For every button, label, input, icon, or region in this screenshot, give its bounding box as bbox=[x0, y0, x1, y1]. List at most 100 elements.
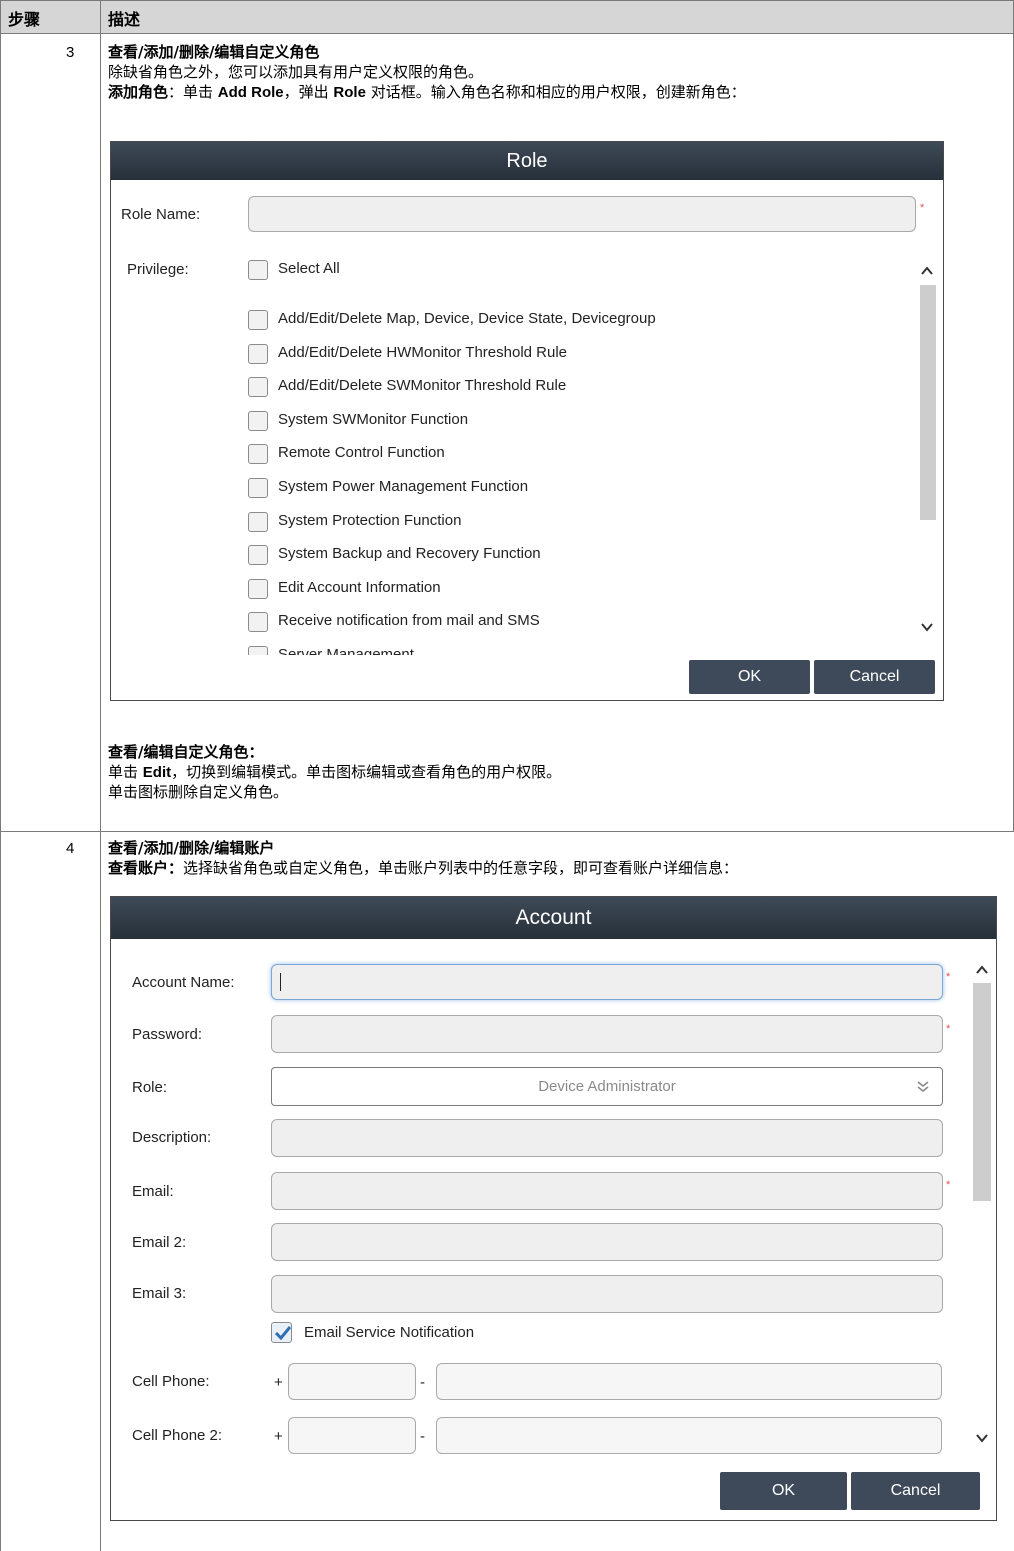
cell-phone-label: Cell Phone: bbox=[132, 1373, 210, 1390]
privilege-label-item: Add/Edit/Delete Map, Device, Device Stat… bbox=[278, 310, 656, 327]
privilege-checkbox[interactable] bbox=[248, 579, 268, 599]
table-header-divider bbox=[0, 33, 1014, 34]
role-ok-button[interactable]: OK bbox=[689, 660, 810, 694]
cell-phone2-country-code[interactable] bbox=[288, 1417, 416, 1454]
table-border-left bbox=[0, 0, 1, 1551]
password-label: Password: bbox=[132, 1026, 203, 1043]
privilege-checkbox[interactable] bbox=[248, 612, 268, 632]
account-name-label: Account Name: bbox=[132, 974, 235, 991]
delete-instruction: 单击图标删除自定义角色。 bbox=[108, 783, 289, 801]
add-role-text-2: ，弹出 bbox=[283, 83, 334, 101]
privilege-checkbox[interactable] bbox=[248, 344, 268, 364]
view-edit-role-heading: 查看/编辑自定义角色： bbox=[108, 743, 264, 761]
scroll-up-icon[interactable] bbox=[975, 963, 989, 977]
privilege-label-item: Edit Account Information bbox=[278, 579, 441, 596]
cell-phone-number[interactable] bbox=[436, 1363, 942, 1400]
privilege-scroll-thumb[interactable] bbox=[920, 285, 936, 520]
checkmark-icon bbox=[274, 1326, 292, 1341]
role-name-input[interactable] bbox=[248, 196, 916, 232]
cell-phone-plus: + bbox=[274, 1374, 283, 1391]
scroll-down-icon[interactable] bbox=[920, 620, 934, 634]
edit-instruction: 单击 Edit，切换到编辑模式。单击图标编辑或查看角色的用户权限。 bbox=[108, 762, 561, 783]
privilege-label-item: Receive notification from mail and SMS bbox=[278, 612, 540, 629]
email-service-checkbox[interactable] bbox=[271, 1322, 292, 1343]
table-header bbox=[0, 0, 1014, 33]
add-role-text-3: 对话框。输入角色名称和相应的用户权限，创建新角色： bbox=[365, 83, 746, 101]
role-cancel-button[interactable]: Cancel bbox=[814, 660, 935, 694]
account-name-required-mark: * bbox=[946, 971, 951, 983]
add-role-heading: 添加角色 bbox=[108, 83, 169, 101]
privilege-checkbox[interactable] bbox=[248, 444, 268, 464]
privilege-checkbox[interactable] bbox=[248, 411, 268, 431]
role-dialog: Role Role Name: * Privilege: Select All … bbox=[110, 141, 944, 701]
role-name-label: Role Name: bbox=[121, 206, 201, 223]
privilege-checkbox[interactable] bbox=[248, 512, 268, 532]
email2-input[interactable] bbox=[271, 1223, 943, 1261]
role-select[interactable]: Device Administrator bbox=[271, 1067, 943, 1106]
account-dialog-title: Account bbox=[111, 897, 996, 939]
view-account-text: 选择缺省角色或自定义角色，单击账户列表中的任意字段，即可查看账户详细信息： bbox=[183, 859, 739, 877]
privilege-checkbox[interactable] bbox=[248, 545, 268, 565]
privilege-checkbox[interactable] bbox=[248, 478, 268, 498]
description-input[interactable] bbox=[271, 1119, 943, 1157]
cell-phone2-dash: - bbox=[420, 1428, 425, 1445]
privilege-list: Add/Edit/Delete Map, Device, Device Stat… bbox=[241, 302, 921, 655]
privilege-label-item: System Protection Function bbox=[278, 512, 462, 529]
password-required-mark: * bbox=[946, 1023, 951, 1035]
privilege-label: Privilege: bbox=[127, 261, 189, 278]
step4-title: 查看/添加/删除/编辑账户 bbox=[108, 839, 275, 857]
edit-text-2: ，切换到编辑模式。单击图标编辑或查看角色的用户权限。 bbox=[171, 763, 562, 781]
privilege-label-item: System SWMonitor Function bbox=[278, 411, 469, 428]
table-border-top bbox=[0, 0, 1014, 1]
document-table: 步骤 描述 3 查看/添加/删除/编辑自定义角色 除缺省角色之外，您可以添加具有… bbox=[0, 0, 1014, 1551]
email3-label: Email 3: bbox=[132, 1285, 187, 1302]
step3-add-role-instruction: 添加角色：单击 Add Role，弹出 Role 对话框。输入角色名称和相应的用… bbox=[108, 82, 746, 103]
account-dialog: Account Account Name: Password: Role: De… bbox=[110, 896, 997, 1521]
step3-intro: 除缺省角色之外，您可以添加具有用户定义权限的角色。 bbox=[108, 63, 484, 81]
privilege-label-item: Add/Edit/Delete HWMonitor Threshold Rule bbox=[278, 344, 568, 361]
privilege-checkbox[interactable] bbox=[248, 377, 268, 397]
account-scroll-thumb[interactable] bbox=[973, 983, 991, 1201]
privilege-checkbox[interactable] bbox=[248, 646, 268, 655]
edit-text-1: 单击 bbox=[108, 763, 143, 781]
table-column-divider bbox=[100, 0, 101, 1551]
header-description: 描述 bbox=[108, 10, 141, 29]
cell-phone-country-code[interactable] bbox=[288, 1363, 416, 1400]
cell-phone-dash: - bbox=[420, 1374, 425, 1391]
role-name-required-mark: * bbox=[920, 202, 925, 214]
add-role-button-ref: Add Role bbox=[217, 84, 284, 101]
view-account-heading: 查看账户： bbox=[108, 859, 184, 877]
cell-phone2-plus: + bbox=[274, 1428, 283, 1445]
header-step: 步骤 bbox=[8, 10, 41, 29]
select-all-checkbox[interactable] bbox=[248, 260, 268, 280]
account-cancel-button[interactable]: Cancel bbox=[851, 1472, 980, 1510]
email-service-label: Email Service Notification bbox=[304, 1324, 475, 1341]
email-label: Email: bbox=[132, 1183, 174, 1200]
scroll-down-icon[interactable] bbox=[975, 1431, 989, 1445]
email-input[interactable] bbox=[271, 1172, 943, 1210]
double-chevron-down-icon bbox=[917, 1081, 929, 1093]
password-input[interactable] bbox=[271, 1015, 943, 1053]
table-row-divider bbox=[0, 831, 1014, 832]
privilege-label-item: System Backup and Recovery Function bbox=[278, 545, 541, 562]
select-all-label: Select All bbox=[278, 260, 340, 277]
privilege-label-item: Server Management bbox=[278, 646, 414, 655]
email-required-mark: * bbox=[946, 1179, 951, 1191]
step-number-3: 3 bbox=[66, 44, 75, 61]
role-dialog-title: Role bbox=[111, 142, 943, 180]
edit-word: Edit bbox=[142, 764, 172, 781]
scroll-up-icon[interactable] bbox=[920, 264, 934, 278]
email3-input[interactable] bbox=[271, 1275, 943, 1313]
role-label: Role: bbox=[132, 1079, 168, 1096]
privilege-checkbox[interactable] bbox=[248, 310, 268, 330]
email2-label: Email 2: bbox=[132, 1234, 187, 1251]
account-ok-button[interactable]: OK bbox=[720, 1472, 847, 1510]
account-name-input[interactable] bbox=[271, 964, 943, 1000]
description-label: Description: bbox=[132, 1129, 212, 1146]
privilege-label-item: Remote Control Function bbox=[278, 444, 445, 461]
step3-title: 查看/添加/删除/编辑自定义角色 bbox=[108, 43, 320, 61]
step4-view-account-instruction: 查看账户：选择缺省角色或自定义角色，单击账户列表中的任意字段，即可查看账户详细信… bbox=[108, 858, 738, 878]
privilege-label-item: Add/Edit/Delete SWMonitor Threshold Rule bbox=[278, 377, 567, 394]
role-select-value: Device Administrator bbox=[538, 1078, 676, 1095]
cell-phone2-number[interactable] bbox=[436, 1417, 942, 1454]
